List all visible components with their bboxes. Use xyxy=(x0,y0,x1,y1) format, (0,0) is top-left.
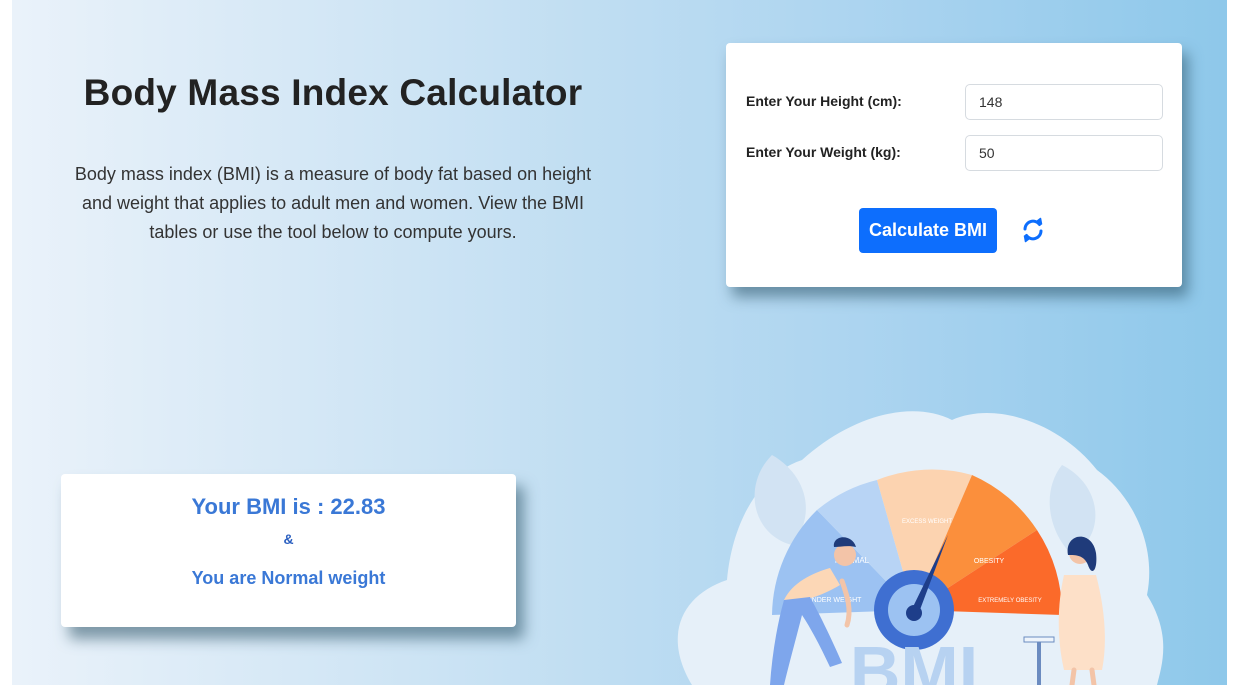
height-input[interactable] xyxy=(965,84,1163,120)
weight-row: Enter Your Weight (kg): xyxy=(746,135,1163,171)
weight-input[interactable] xyxy=(965,135,1163,171)
refresh-icon[interactable] xyxy=(1020,217,1046,243)
scale-top xyxy=(1023,636,1055,643)
height-row: Enter Your Height (cm): xyxy=(746,84,1163,120)
segment-label: EXTREMELY OBESITY xyxy=(978,598,1041,604)
bmi-status-text: You are Normal weight xyxy=(191,568,386,588)
page-background: Body Mass Index Calculator Body mass ind… xyxy=(12,0,1227,685)
bmi-result-value: Your BMI is : 22.83 xyxy=(191,494,386,519)
segment-label: EXCESS WEIGHT xyxy=(902,519,952,525)
bmi-gauge-illustration: NORMAL UNDER WEIGHT EXCESS WEIGHT OBESIT… xyxy=(677,411,1164,685)
bmi-logo-text: BMI xyxy=(850,632,978,685)
height-label: Enter Your Height (cm): xyxy=(746,93,902,109)
bmi-result-card: Your BMI is : 22.83 & You are Normal wei… xyxy=(61,474,516,627)
calculate-bmi-button[interactable]: Calculate BMI xyxy=(859,208,997,253)
page-title: Body Mass Index Calculator xyxy=(83,72,583,113)
gauge-pin xyxy=(906,605,922,621)
bmi-description: Body mass index (BMI) is a measure of bo… xyxy=(74,164,592,242)
bmi-form-card: Enter Your Height (cm): Enter Your Weigh… xyxy=(726,43,1182,287)
scale-pole xyxy=(1037,642,1041,685)
segment-label: UNDER WEIGHT xyxy=(807,597,863,604)
result-separator: & xyxy=(283,531,294,547)
weight-label: Enter Your Weight (kg): xyxy=(746,144,901,160)
segment-label: OBESITY xyxy=(974,558,1005,565)
